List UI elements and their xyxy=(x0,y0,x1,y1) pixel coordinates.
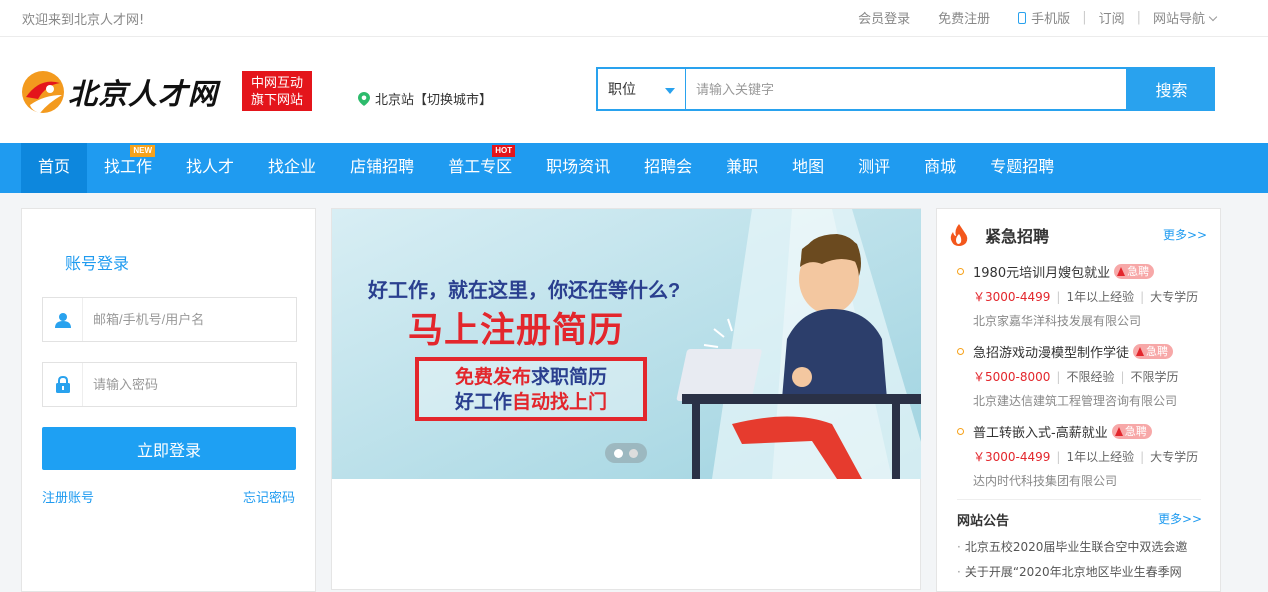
company-name[interactable]: 达内时代科技集团有限公司 xyxy=(973,472,1117,489)
banner-title: 马上注册简历 xyxy=(408,311,625,350)
logo-text: 北京人才网 xyxy=(68,77,219,111)
nav-job-fair[interactable]: 招聘会 xyxy=(627,143,709,193)
bullet-icon xyxy=(957,348,964,355)
mobile-link[interactable]: 手机版 xyxy=(1018,8,1070,27)
username-field xyxy=(42,297,297,342)
site-logo[interactable]: 北京人才网 中网互动 旗下网站 xyxy=(20,69,312,115)
login-button[interactable]: 立即登录 xyxy=(42,427,296,470)
nav-find-company[interactable]: 找企业 xyxy=(251,143,333,193)
login-panel: 账号登录 立即登录 注册账号 忘记密码 xyxy=(21,208,316,592)
nav-part-time[interactable]: 兼职 xyxy=(709,143,775,193)
chevron-down-icon xyxy=(1208,12,1218,22)
city-switcher[interactable]: 北京站【切换城市】 xyxy=(358,89,492,108)
company-name[interactable]: 北京家嘉华洋科技发展有限公司 xyxy=(973,312,1141,329)
logo-icon xyxy=(22,71,64,113)
notice-item[interactable]: 北京五校2020届毕业生联合空中双选会邀 xyxy=(957,538,1188,555)
location-pin-icon xyxy=(358,91,370,106)
subscribe-link[interactable]: 订阅 xyxy=(1099,8,1125,27)
nav-career-news[interactable]: 职场资讯 xyxy=(529,143,627,193)
phone-icon xyxy=(1018,12,1027,24)
nav-mall[interactable]: 商城 xyxy=(907,143,973,193)
urgent-badge: 急聘 xyxy=(1133,344,1174,359)
nav-assessment[interactable]: 测评 xyxy=(841,143,907,193)
main-nav: 首页 找工作 NEW 找人才 找企业 店铺招聘 普工专区 HOT 职场资讯 招聘会 … xyxy=(0,143,1268,193)
notice-item[interactable]: 关于开展“2020年北京地区毕业生春季网 xyxy=(957,563,1182,580)
dropdown-arrow-icon xyxy=(665,88,675,94)
carousel-dots xyxy=(605,443,647,463)
banner-panel: 好工作，就在这里，你还在等什么? 马上注册简历 免费发布求职简历 好工作自动找上… xyxy=(331,208,921,590)
new-badge: NEW xyxy=(130,145,156,157)
urgent-badge: 急聘 xyxy=(1111,424,1152,439)
welcome-text: 欢迎来到北京人才网! xyxy=(22,13,145,28)
nav-topics[interactable]: 专题招聘 xyxy=(973,143,1071,193)
notice-more-link[interactable]: 更多>> xyxy=(1158,510,1202,527)
urgent-more-link[interactable]: 更多>> xyxy=(1163,226,1207,243)
bullet-icon xyxy=(957,428,964,435)
logo-badge: 中网互动 旗下网站 xyxy=(242,71,312,111)
carousel-dot-1[interactable] xyxy=(614,448,623,458)
password-field xyxy=(42,362,297,407)
search-category-select[interactable]: 职位 xyxy=(596,67,686,111)
nav-home[interactable]: 首页 xyxy=(21,143,88,193)
search-bar: 职位 搜索 xyxy=(596,67,1215,111)
header: 北京人才网 中网互动 旗下网站 北京站【切换城市】 职位 搜索 xyxy=(0,37,1268,143)
flame-icon xyxy=(950,224,968,246)
search-button[interactable]: 搜索 xyxy=(1128,67,1215,111)
top-bar: 欢迎来到北京人才网! 会员登录 免费注册 手机版 | 订阅 | 网站导航 xyxy=(0,0,1268,37)
username-input[interactable] xyxy=(83,312,283,327)
bullet-icon xyxy=(957,268,964,275)
banner-slogan-box: 免费发布求职简历 好工作自动找上门 xyxy=(415,357,647,421)
free-register-link[interactable]: 免费注册 xyxy=(938,8,990,27)
nav-shop-recruit[interactable]: 店铺招聘 xyxy=(333,143,431,193)
search-input[interactable] xyxy=(686,67,1128,111)
member-login-link[interactable]: 会员登录 xyxy=(858,8,910,27)
nav-find-talent[interactable]: 找人才 xyxy=(169,143,251,193)
divider xyxy=(957,499,1201,500)
nav-map[interactable]: 地图 xyxy=(775,143,841,193)
urgent-hiring-panel: 紧急招聘 更多>> 1980元培训月嫂包就业 急聘 ￥3000-4499 | 1年以上… xyxy=(936,208,1221,592)
nav-find-job[interactable]: 找工作 NEW xyxy=(87,143,169,193)
top-links: 会员登录 免费注册 手机版 | 订阅 | 网站导航 xyxy=(858,8,1218,27)
login-title: 账号登录 xyxy=(65,254,130,273)
company-name[interactable]: 北京建达信建筑工程管理咨询有限公司 xyxy=(973,392,1177,409)
urgent-badge: 急聘 xyxy=(1114,264,1155,279)
carousel-dot-2[interactable] xyxy=(629,448,638,458)
urgent-title: 紧急招聘 xyxy=(985,227,1050,246)
nav-worker-zone[interactable]: 普工专区 HOT xyxy=(431,143,529,193)
forgot-password-link[interactable]: 忘记密码 xyxy=(243,487,295,506)
site-nav-dropdown[interactable]: 网站导航 xyxy=(1153,8,1218,27)
user-icon xyxy=(43,298,83,341)
lock-icon xyxy=(43,363,83,406)
hot-badge: HOT xyxy=(492,145,516,157)
register-link[interactable]: 注册账号 xyxy=(42,487,94,506)
banner-headline: 好工作，就在这里，你还在等什么? xyxy=(368,280,681,302)
password-input[interactable] xyxy=(83,377,283,392)
banner-carousel[interactable]: 好工作，就在这里，你还在等什么? 马上注册简历 免费发布求职简历 好工作自动找上… xyxy=(332,209,921,479)
notice-title: 网站公告 xyxy=(957,514,1010,529)
urgent-header: 紧急招聘 xyxy=(949,223,1049,247)
